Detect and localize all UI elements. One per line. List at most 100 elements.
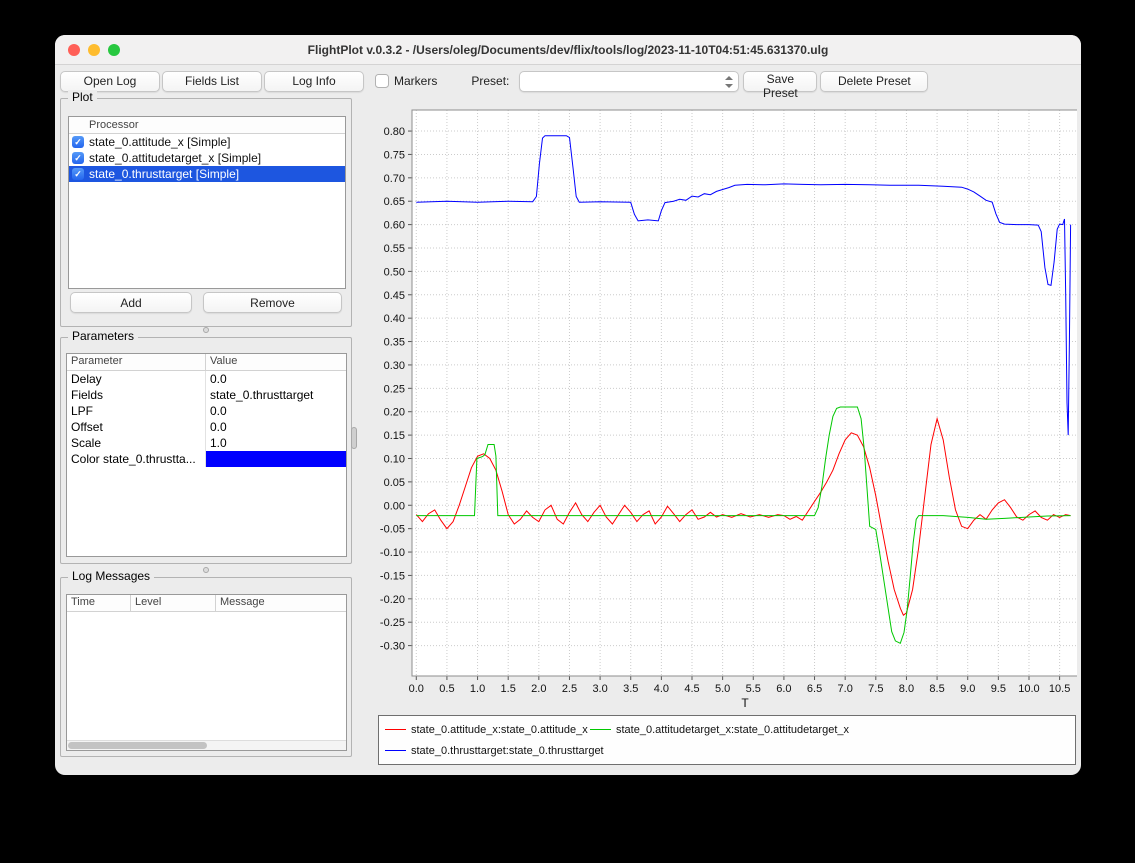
svg-text:-0.30: -0.30: [380, 641, 405, 653]
svg-text:2.0: 2.0: [531, 683, 546, 695]
svg-text:0.70: 0.70: [384, 173, 405, 185]
log-info-button[interactable]: Log Info: [264, 71, 364, 92]
legend-label: state_0.attitude_x:state_0.attitude_x: [411, 724, 588, 736]
plot-list-item-selected[interactable]: state_0.thrusttarget [Simple]: [69, 166, 345, 182]
svg-text:0.20: 0.20: [384, 407, 405, 419]
table-row[interactable]: LPF 0.0: [67, 403, 346, 419]
svg-text:0.80: 0.80: [384, 126, 405, 138]
parameters-panel-title: Parameters: [68, 329, 138, 343]
svg-text:10.0: 10.0: [1018, 683, 1039, 695]
svg-text:3.5: 3.5: [623, 683, 638, 695]
titlebar: FlightPlot v.0.3.2 - /Users/oleg/Documen…: [55, 35, 1081, 65]
traffic-lights: [68, 44, 120, 56]
zoom-window-button[interactable]: [108, 44, 120, 56]
open-log-button[interactable]: Open Log: [60, 71, 160, 92]
svg-text:T: T: [741, 696, 749, 710]
svg-text:0.10: 0.10: [384, 453, 405, 465]
plot-item-label: state_0.thrusttarget [Simple]: [89, 167, 239, 181]
svg-text:8.5: 8.5: [929, 683, 944, 695]
message-column-header[interactable]: Message: [216, 595, 346, 611]
plot-list-item[interactable]: state_0.attitude_x [Simple]: [69, 134, 345, 150]
checkbox-checked-icon[interactable]: [72, 168, 84, 180]
svg-text:0.75: 0.75: [384, 149, 405, 161]
legend-label: state_0.thrusttarget:state_0.thrusttarge…: [411, 745, 604, 757]
color-swatch[interactable]: [206, 451, 346, 467]
fields-list-button[interactable]: Fields List: [162, 71, 262, 92]
table-row[interactable]: Fields state_0.thrusttarget: [67, 387, 346, 403]
svg-text:3.0: 3.0: [592, 683, 607, 695]
svg-text:0.00: 0.00: [384, 500, 405, 512]
svg-text:5.5: 5.5: [746, 683, 761, 695]
scrollbar-thumb[interactable]: [68, 742, 207, 749]
plot-item-label: state_0.attitudetarget_x [Simple]: [89, 151, 261, 165]
svg-text:-0.25: -0.25: [380, 617, 405, 629]
svg-text:-0.15: -0.15: [380, 570, 405, 582]
plot-panel-title: Plot: [68, 90, 97, 104]
checkbox-checked-icon[interactable]: [72, 136, 84, 148]
svg-text:7.0: 7.0: [838, 683, 853, 695]
table-row[interactable]: Offset 0.0: [67, 419, 346, 435]
param-name: Fields: [67, 387, 206, 403]
splitter-grip[interactable]: [203, 567, 209, 573]
svg-text:0.50: 0.50: [384, 266, 405, 278]
param-value: 0.0: [206, 371, 346, 387]
svg-text:6.0: 6.0: [776, 683, 791, 695]
vertical-splitter-grip[interactable]: [351, 427, 357, 449]
processor-column-header[interactable]: Processor: [69, 117, 345, 134]
table-row[interactable]: Scale 1.0: [67, 435, 346, 451]
close-window-button[interactable]: [68, 44, 80, 56]
log-messages-panel-title: Log Messages: [68, 569, 154, 583]
svg-text:5.0: 5.0: [715, 683, 730, 695]
markers-checkbox[interactable]: [375, 74, 389, 88]
svg-text:0.60: 0.60: [384, 220, 405, 232]
splitter-grip[interactable]: [203, 327, 209, 333]
svg-text:4.5: 4.5: [684, 683, 699, 695]
svg-text:0.45: 0.45: [384, 290, 405, 302]
svg-text:0.65: 0.65: [384, 196, 405, 208]
svg-text:9.0: 9.0: [960, 683, 975, 695]
red-line-icon: [385, 729, 406, 730]
chart-panel: 0.00.51.01.52.02.53.03.54.04.55.05.56.06…: [358, 96, 1077, 772]
add-button[interactable]: Add: [70, 292, 192, 313]
delete-preset-button[interactable]: Delete Preset: [820, 71, 928, 92]
level-column-header[interactable]: Level: [131, 595, 216, 611]
left-panel: Plot Processor state_0.attitude_x [Simpl…: [60, 96, 352, 757]
param-name: Offset: [67, 419, 206, 435]
param-value: state_0.thrusttarget: [206, 387, 346, 403]
svg-text:-0.20: -0.20: [380, 594, 405, 606]
parameters-panel: Parameters Parameter Value Delay 0.0 Fie…: [60, 337, 352, 564]
svg-text:0.35: 0.35: [384, 337, 405, 349]
value-column-header[interactable]: Value: [206, 354, 346, 370]
save-preset-button[interactable]: Save Preset: [743, 71, 817, 92]
svg-text:0.30: 0.30: [384, 360, 405, 372]
param-value: 1.0: [206, 435, 346, 451]
minimize-window-button[interactable]: [88, 44, 100, 56]
parameters-table-header: Parameter Value: [67, 354, 346, 371]
svg-text:4.0: 4.0: [654, 683, 669, 695]
horizontal-scrollbar[interactable]: [67, 740, 346, 750]
table-row[interactable]: Color state_0.thrustta...: [67, 451, 346, 467]
parameters-table: Parameter Value Delay 0.0 Fields state_0…: [66, 353, 347, 557]
param-value: 0.0: [206, 403, 346, 419]
svg-text:10.5: 10.5: [1049, 683, 1070, 695]
flight-plot-chart[interactable]: 0.00.51.01.52.02.53.03.54.04.55.05.56.06…: [358, 96, 1077, 714]
svg-text:8.0: 8.0: [899, 683, 914, 695]
remove-button[interactable]: Remove: [203, 292, 342, 313]
preset-combobox[interactable]: [519, 71, 739, 92]
param-name: Scale: [67, 435, 206, 451]
markers-label: Markers: [394, 74, 437, 88]
time-column-header[interactable]: Time: [67, 595, 131, 611]
svg-text:0.40: 0.40: [384, 313, 405, 325]
param-name: Color state_0.thrustta...: [67, 451, 206, 467]
plot-list-item[interactable]: state_0.attitudetarget_x [Simple]: [69, 150, 345, 166]
svg-text:7.5: 7.5: [868, 683, 883, 695]
svg-text:9.5: 9.5: [991, 683, 1006, 695]
svg-text:0.05: 0.05: [384, 477, 405, 489]
blue-line-icon: [385, 750, 406, 751]
svg-text:1.0: 1.0: [470, 683, 485, 695]
processor-list: Processor state_0.attitude_x [Simple] st…: [68, 116, 346, 289]
table-row[interactable]: Delay 0.0: [67, 371, 346, 387]
chart-legend: state_0.attitude_x:state_0.attitude_x st…: [378, 715, 1076, 765]
parameter-column-header[interactable]: Parameter: [67, 354, 206, 370]
checkbox-checked-icon[interactable]: [72, 152, 84, 164]
